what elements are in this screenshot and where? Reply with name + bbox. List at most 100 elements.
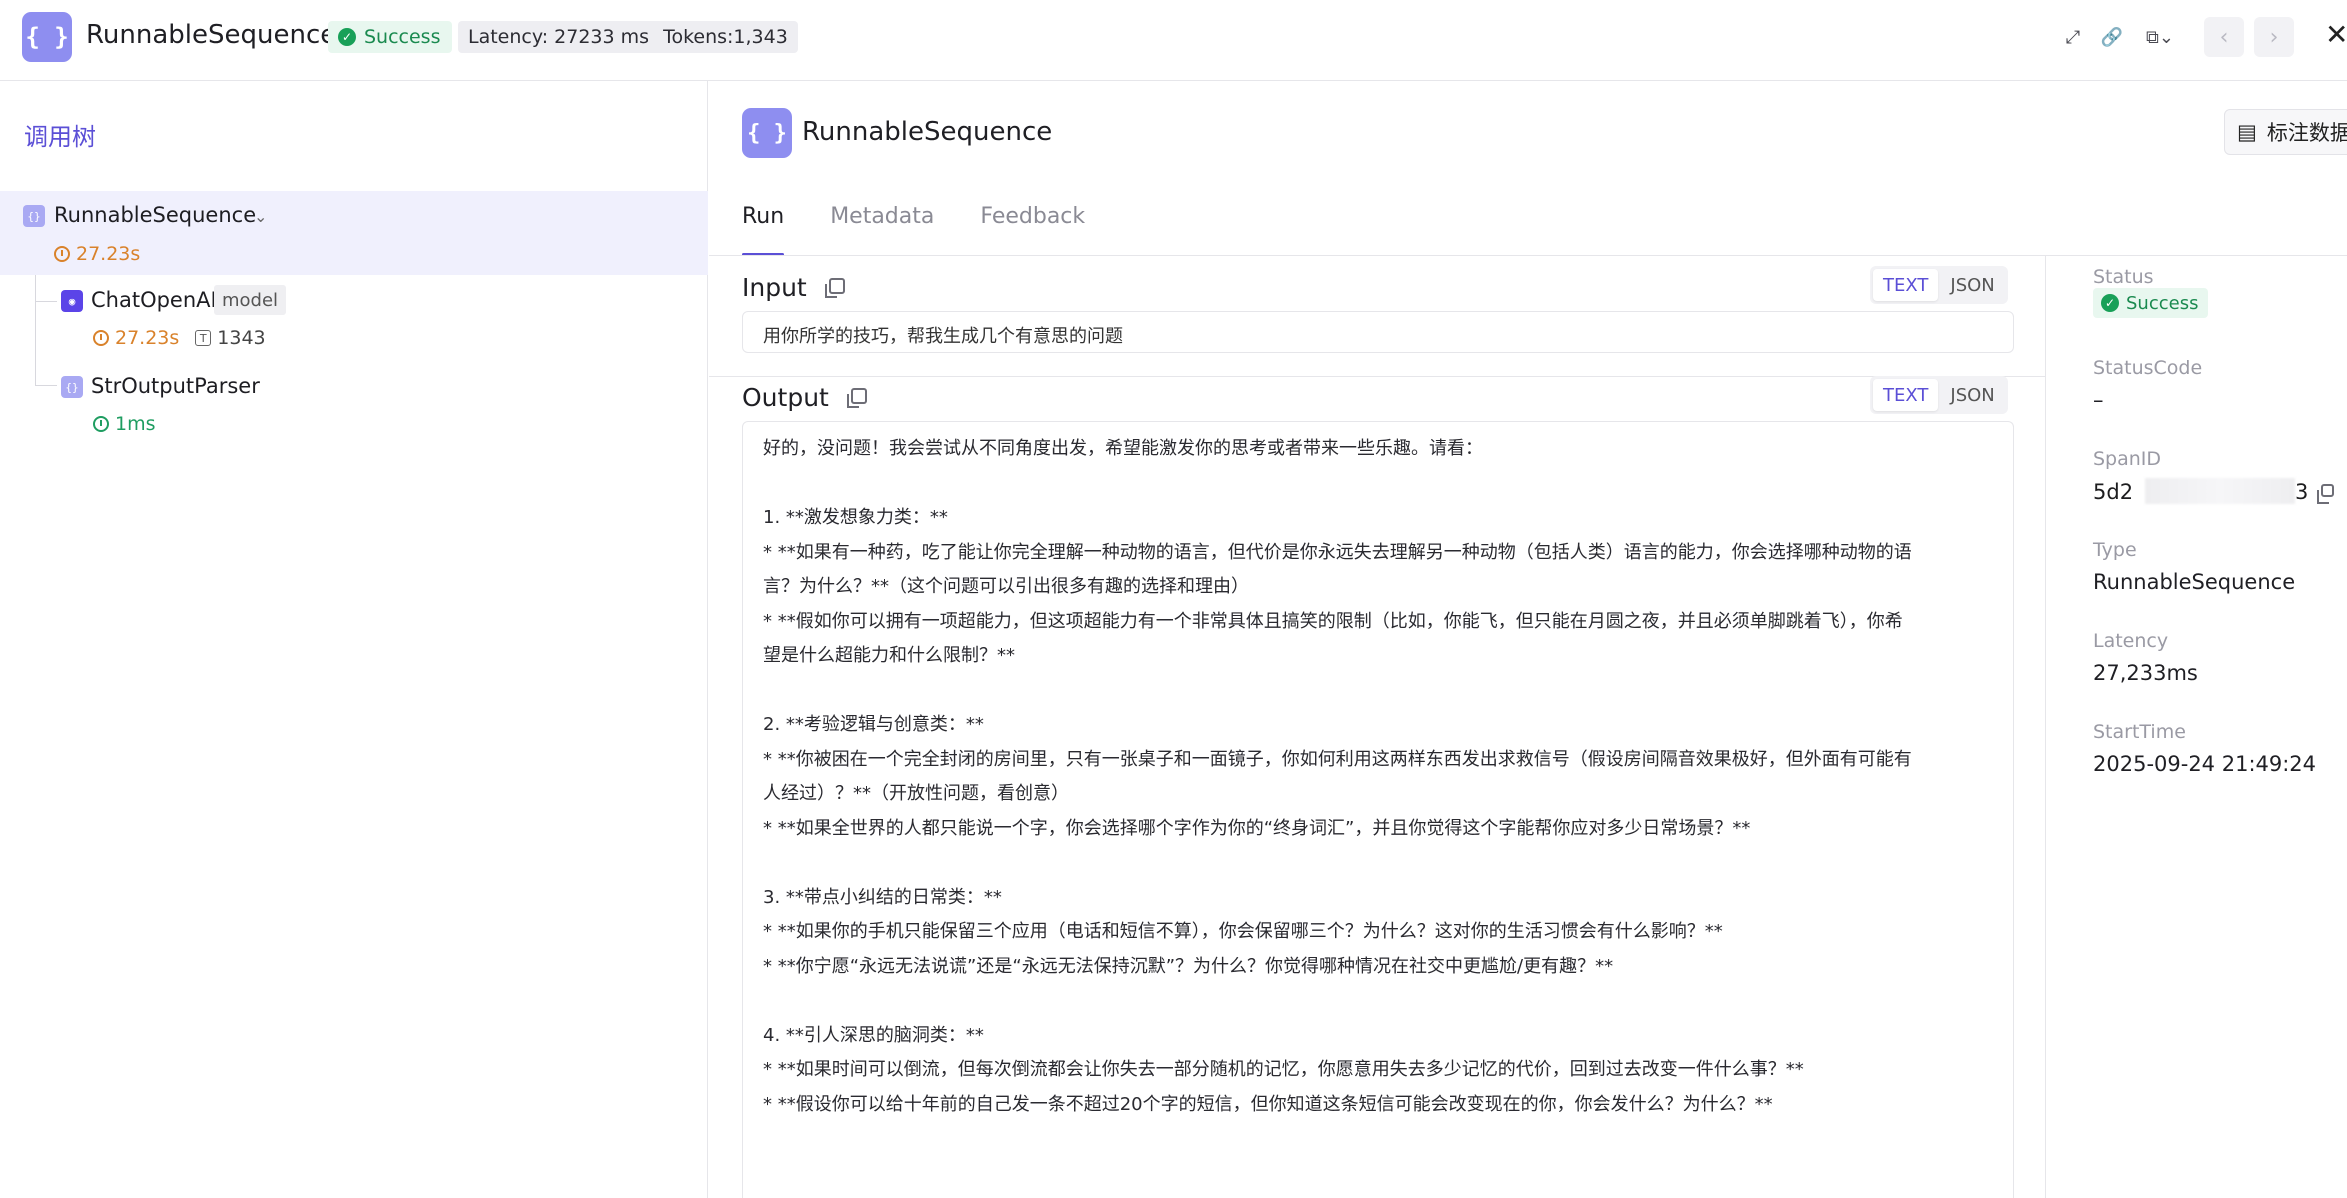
clock-icon — [93, 330, 109, 346]
close-icon[interactable]: ✕ — [2325, 18, 2347, 51]
tree-connector — [35, 275, 36, 385]
tree-node-label[interactable]: RunnableSequence — [54, 203, 256, 227]
status-text: Success — [364, 26, 441, 48]
status-text: Success — [2126, 292, 2199, 314]
metrics-badge: Latency: 27233 ms Tokens:1,343 — [458, 21, 798, 53]
openai-icon: ◉ — [61, 290, 83, 312]
latency-label: Latency — [2093, 630, 2169, 652]
input-text: 用你所学的技巧，帮我生成几个有意思的问题 — [742, 311, 2014, 353]
tree-connector — [35, 385, 57, 386]
output-text: 好的，没问题！我会尝试从不同角度出发，希望能激发你的思考或者带来一些乐趣。请看：… — [742, 421, 2014, 1198]
output-title: Output — [742, 383, 829, 412]
clock-icon — [54, 246, 70, 262]
output-line: * **如果全世界的人都只能说一个字，你会选择哪个字作为你的“终身词汇”，并且你… — [763, 817, 1751, 839]
output-line: * **你宁愿“永远无法说谎”还是“永远无法保持沉默”？为什么？你觉得哪种情况在… — [763, 955, 1614, 977]
annotate-label: 标注数据 — [2266, 121, 2347, 145]
latency-text: Latency: 27233 ms — [468, 26, 650, 48]
status-label: Status — [2093, 266, 2154, 288]
output-line: 好的，没问题！我会尝试从不同角度出发，希望能激发你的思考或者带来一些乐趣。请看： — [763, 438, 1483, 459]
status-code-label: StatusCode — [2093, 357, 2203, 379]
output-line: 4. **引人深思的脑洞类：** — [763, 1024, 984, 1046]
trace-title: RunnableSequence — [86, 20, 337, 50]
top-bar: { } RunnableSequence ✓ Success Latency: … — [0, 0, 2347, 81]
node-duration: 27.23s — [54, 243, 140, 265]
token-count: 1343 — [217, 327, 266, 349]
tree-node-label[interactable]: StrOutputParser — [91, 374, 260, 398]
output-line: * **假设你可以给十年前的自己发一条不超过20个字的短信，但你知道这条短信可能… — [763, 1093, 1773, 1115]
latency-value: 27,233ms — [2093, 661, 2198, 685]
span-id-label: SpanID — [2093, 448, 2162, 470]
redacted-mask — [2145, 478, 2295, 504]
output-line: * **如果你的手机只能保留三个应用（电话和短信不算），你会保留哪三个？为什么？… — [763, 921, 1723, 942]
call-tree-panel: 调用树 {} RunnableSequence ⌄ 27.23s ◉ ChatO… — [0, 81, 708, 1198]
output-line: 望是什么超能力和什么限制？** — [763, 645, 1015, 666]
output-line: 1. **激发想象力类：** — [763, 507, 948, 528]
tab-run[interactable]: Run — [742, 196, 785, 256]
output-format-toggle: TEXT JSON — [1870, 376, 2008, 414]
tab-feedback[interactable]: Feedback — [980, 196, 1085, 256]
prev-icon[interactable]: ‹ — [2204, 17, 2244, 57]
node-duration: 1ms — [93, 413, 156, 435]
check-circle-icon: ✓ — [338, 28, 356, 46]
chevron-down-icon[interactable]: ⌄ — [254, 207, 267, 226]
next-icon[interactable]: › — [2254, 17, 2294, 57]
output-line: 3. **带点小纠结的日常类：** — [763, 886, 1002, 908]
clock-icon — [93, 416, 109, 432]
runnable-logo-icon: { } — [22, 12, 72, 62]
io-content: Input TEXT JSON 用你所学的技巧，帮我生成几个有意思的问题 Out… — [709, 256, 2046, 1198]
runnable-logo-icon: { } — [742, 108, 792, 158]
format-text-button[interactable]: TEXT — [1873, 379, 1939, 411]
status-code-value: – — [2093, 388, 2104, 412]
node-duration: 27.23s T 1343 — [93, 327, 266, 349]
type-value: RunnableSequence — [2093, 570, 2296, 594]
annotate-icon: ▤ — [2237, 120, 2257, 144]
call-tree-title: 调用树 — [24, 123, 96, 151]
output-line: * **你被困在一个完全封闭的房间里，只有一张桌子和一面镜子，你如何利用这两样东… — [763, 748, 1912, 770]
duration-text: 1ms — [115, 413, 156, 435]
output-line: 人经过）？**（开放性问题，看创意） — [763, 783, 1069, 804]
run-details: Status ✓ Success StatusCode – SpanID 5d2… — [2069, 256, 2347, 1198]
format-text-button[interactable]: TEXT — [1873, 269, 1939, 301]
format-json-button[interactable]: JSON — [1940, 269, 2004, 301]
expand-icon[interactable]: ⤢ — [2058, 22, 2088, 52]
run-detail-panel: { } RunnableSequence ▤ 标注数据 Run Metadata… — [709, 81, 2347, 1198]
run-title: RunnableSequence — [802, 117, 1053, 147]
braces-icon: {} — [61, 376, 83, 398]
model-tag: model — [214, 285, 287, 315]
run-tabs: Run Metadata Feedback — [742, 196, 1085, 256]
output-line: * **假如你可以拥有一项超能力，但这项超能力有一个非常具体且搞笑的限制（比如，… — [763, 610, 1903, 632]
token-icon: T — [195, 330, 212, 346]
start-time-value: 2025-09-24 21:49:24 — [2093, 752, 2317, 776]
braces-icon: {} — [23, 205, 45, 227]
output-line: * **如果有一种药，吃了能让你完全理解一种动物的语言，但代价是你永远失去理解另… — [763, 541, 1912, 563]
copy-dropdown-icon[interactable]: ⧉⌄ — [2140, 22, 2180, 52]
status-badge: ✓ Success — [328, 21, 453, 53]
type-label: Type — [2093, 539, 2137, 561]
format-json-button[interactable]: JSON — [1940, 379, 2004, 411]
tree-node-label[interactable]: ChatOpenAI — [91, 288, 217, 312]
input-title: Input — [742, 273, 807, 302]
duration-text: 27.23s — [115, 327, 180, 349]
copy-icon[interactable] — [825, 278, 845, 298]
input-format-toggle: TEXT JSON — [1870, 266, 2008, 304]
tab-metadata[interactable]: Metadata — [830, 196, 934, 256]
span-id-value: 5d2 3 — [2093, 478, 2334, 508]
output-line: * **如果时间可以倒流，但每次倒流都会让你失去一部分随机的记忆，你愿意用失去多… — [763, 1059, 1804, 1080]
divider — [709, 376, 2046, 377]
link-icon[interactable]: 🔗 — [2097, 22, 2127, 52]
tokens-text: Tokens:1,343 — [663, 26, 788, 48]
start-time-label: StartTime — [2093, 721, 2186, 743]
check-circle-icon: ✓ — [2101, 294, 2119, 312]
annotate-data-button[interactable]: ▤ 标注数据 — [2224, 109, 2347, 155]
output-line: 言？为什么？**（这个问题可以引出很多有趣的选择和理由） — [763, 576, 1249, 597]
span-id-prefix: 5d2 — [2093, 480, 2134, 504]
copy-icon[interactable] — [847, 388, 867, 408]
copy-icon[interactable] — [2317, 484, 2334, 504]
duration-text: 27.23s — [76, 243, 141, 265]
tree-connector — [35, 301, 57, 302]
status-badge: ✓ Success — [2093, 288, 2209, 318]
